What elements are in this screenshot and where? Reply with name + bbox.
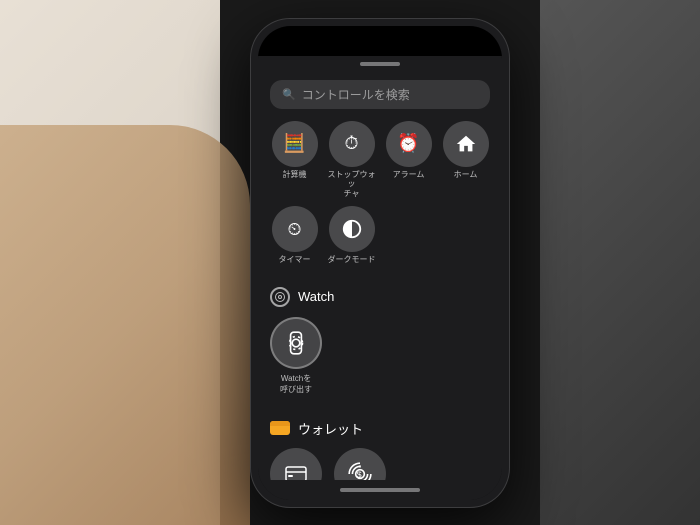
watch-call-item[interactable]: Watchを呼び出す [270,317,322,395]
control-item-timer[interactable]: ⏲ タイマー [270,206,319,265]
watch-section: Watch Watchを呼び出す [270,285,490,395]
home-bar [340,488,420,492]
alarm-label: アラーム [393,170,425,180]
stopwatch-label: ストップウォッチャ [327,170,376,199]
watch-section-icon [270,287,290,307]
wallet-section-title: ウォレット [298,419,363,438]
control-center-content: 🔍 コントロールを検索 🧮 計算機 ⏱ ストップウォッチャ ⏰ ア [258,72,502,480]
tap-to-cash-item[interactable]: $ Tap to Cash [334,448,386,480]
wallet-header-icon [270,421,290,435]
watch-section-title: Watch [298,289,334,304]
watch-section-header: Watch [270,285,490,309]
wallet-item[interactable]: ウォレット [270,448,322,480]
control-item-alarm[interactable]: ⏰ アラーム [384,121,433,199]
control-item-darkmode[interactable]: ダークモード [327,206,376,265]
wallet-section: ウォレット ウォレット [270,417,490,480]
calculator-button[interactable]: 🧮 [272,121,318,167]
control-item-home[interactable]: ホーム [441,121,490,199]
controls-grid-row2: ⏲ タイマー ダークモード [270,206,490,265]
timer-label: タイマー [279,255,311,265]
stopwatch-button[interactable]: ⏱ [329,121,375,167]
search-icon: 🔍 [282,88,296,101]
notch [340,34,420,52]
phone-screen: 🔍 コントロールを検索 🧮 計算機 ⏱ ストップウォッチャ ⏰ ア [258,26,502,500]
hand [0,125,250,525]
wallet-controls-row: ウォレット [270,448,490,480]
watch-call-button[interactable] [270,317,322,369]
control-item-stopwatch[interactable]: ⏱ ストップウォッチャ [327,121,376,199]
wallet-button[interactable] [270,448,322,480]
home-indicator [258,480,502,500]
alarm-button[interactable]: ⏰ [386,121,432,167]
timer-button[interactable]: ⏲ [272,206,318,252]
phone: 🔍 コントロールを検索 🧮 計算機 ⏱ ストップウォッチャ ⏰ ア [250,18,510,508]
home-label: ホーム [454,170,478,180]
home-button[interactable] [443,121,489,167]
watch-controls-row: Watchを呼び出す [270,317,490,395]
tap-to-cash-button[interactable]: $ [334,448,386,480]
darkmode-label: ダークモード [328,255,376,265]
controls-grid-row1: 🧮 計算機 ⏱ ストップウォッチャ ⏰ アラーム [270,121,490,199]
calculator-label: 計算機 [283,170,307,180]
svg-text:$: $ [357,469,362,479]
search-placeholder: コントロールを検索 [302,86,410,103]
wallet-section-header: ウォレット [270,417,490,440]
control-item-calculator[interactable]: 🧮 計算機 [270,121,319,199]
darkmode-button[interactable] [329,206,375,252]
drag-handle[interactable] [360,62,400,66]
screen: 🔍 コントロールを検索 🧮 計算機 ⏱ ストップウォッチャ ⏰ ア [258,26,502,500]
watch-call-label: Watchを呼び出す [280,373,312,395]
background-right [540,0,700,525]
search-bar[interactable]: 🔍 コントロールを検索 [270,80,490,109]
notch-area [258,26,502,56]
